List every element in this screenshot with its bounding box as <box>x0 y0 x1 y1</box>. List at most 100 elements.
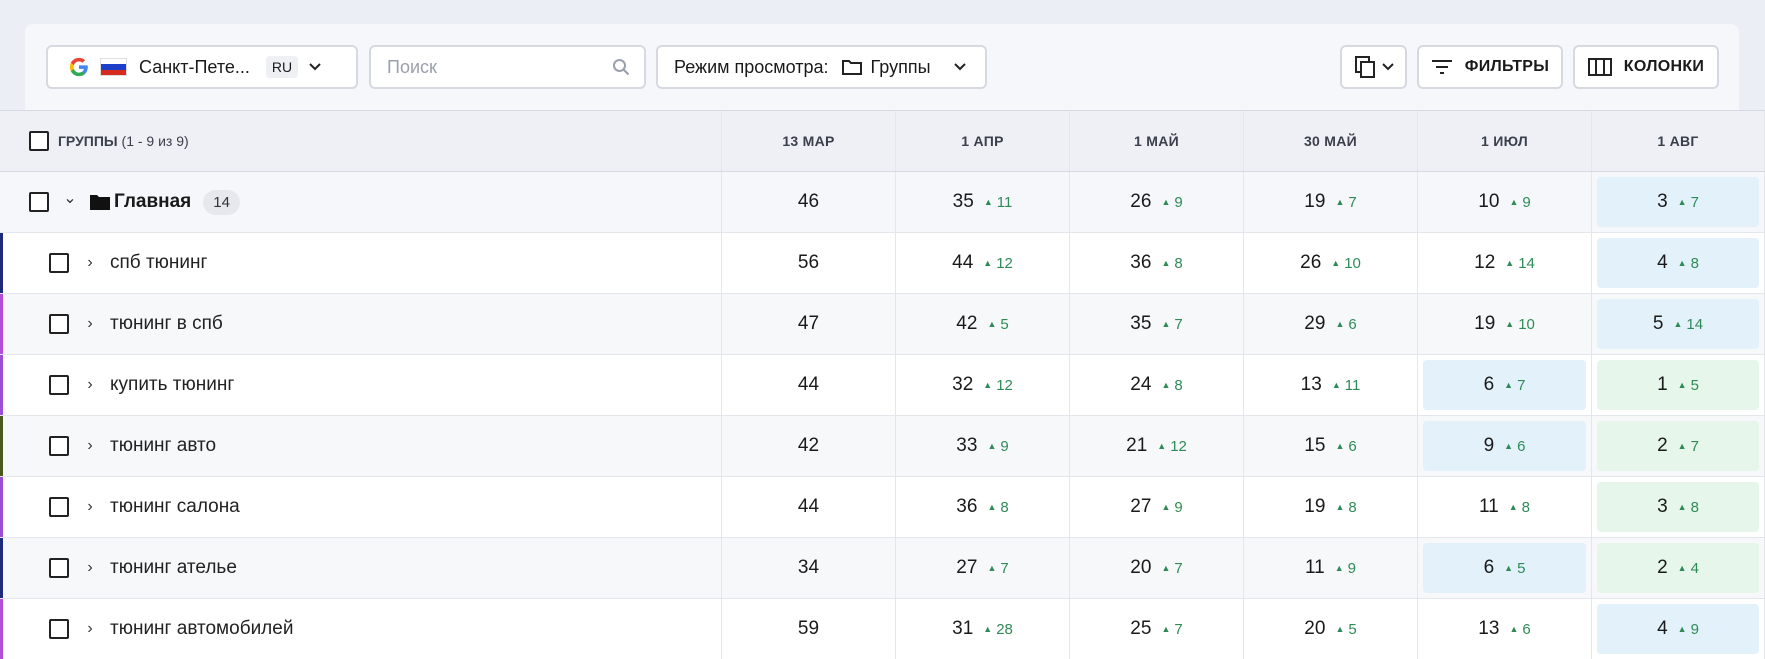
chevron-down-icon <box>953 63 966 71</box>
chevron-right-icon[interactable]: › <box>82 376 98 394</box>
chevron-right-icon[interactable]: › <box>82 620 98 638</box>
chevron-right-icon[interactable]: › <box>82 437 98 455</box>
folder-icon <box>90 195 110 210</box>
column-header[interactable]: 1 ИЮЛ <box>1418 111 1592 171</box>
position-delta: ▲ 9 <box>987 438 1008 455</box>
position-cell: 29 ▲ 6 <box>1244 294 1418 354</box>
row-checkbox[interactable] <box>49 314 69 334</box>
arrow-up-icon: ▲ <box>987 563 997 573</box>
search-input[interactable]: Поиск <box>369 45 646 89</box>
delta-value: 7 <box>1000 559 1009 577</box>
delta-value: 12 <box>1170 437 1187 455</box>
row-checkbox[interactable] <box>49 253 69 273</box>
row-checkbox[interactable] <box>49 436 69 456</box>
chevron-down-icon[interactable]: ⌄ <box>62 188 78 208</box>
row-checkbox[interactable] <box>49 619 69 639</box>
table-row[interactable]: › купить тюнинг 44 32 ▲ 12 24 ▲ 8 13 ▲ 11 6 ▲ 7 1 ▲ 5 <box>0 355 1765 416</box>
search-icon <box>613 59 630 76</box>
keyword-label[interactable]: тюнинг салона <box>110 496 240 518</box>
position-cell: 31 ▲ 28 <box>896 599 1070 659</box>
position-value: 11 <box>1479 496 1499 517</box>
position-cell: 33 ▲ 9 <box>896 416 1070 476</box>
groups-table: ГРУППЫ (1 - 9 из 9) 13 МАР 1 АПР 1 МАЙ 30 М… <box>0 110 1765 659</box>
arrow-up-icon: ▲ <box>983 624 993 634</box>
copy-button[interactable] <box>1340 45 1407 89</box>
arrow-up-icon: ▲ <box>1504 563 1514 573</box>
google-icon <box>69 57 88 77</box>
table-row[interactable]: › тюнинг салона 44 36 ▲ 8 27 ▲ 9 19 ▲ 8 11 ▲ 8 3 ▲ 8 <box>0 477 1765 538</box>
row-checkbox[interactable] <box>49 558 69 578</box>
position-cell: 36 ▲ 8 <box>896 477 1070 537</box>
position-delta: ▲ 12 <box>1157 438 1187 455</box>
delta-value: 9 <box>1690 620 1699 638</box>
keyword-label[interactable]: спб тюнинг <box>110 252 207 274</box>
name-cell: › тюнинг автомобилей <box>0 599 722 659</box>
arrow-up-icon: ▲ <box>1677 258 1687 268</box>
position-delta: ▲ 7 <box>987 560 1008 577</box>
position-value: 19 <box>1304 496 1326 517</box>
position-value: 19 <box>1474 313 1496 334</box>
keyword-label[interactable]: тюнинг в спб <box>110 313 223 335</box>
position-delta: ▲ 9 <box>1678 621 1699 638</box>
column-header[interactable]: 30 МАЙ <box>1244 111 1418 171</box>
chevron-right-icon[interactable]: › <box>82 498 98 516</box>
column-header[interactable]: 1 МАЙ <box>1070 111 1244 171</box>
keyword-label[interactable]: тюнинг авто <box>110 435 216 457</box>
arrow-up-icon: ▲ <box>1677 197 1687 207</box>
column-header[interactable]: 1 АПР <box>896 111 1070 171</box>
chevron-right-icon[interactable]: › <box>82 254 98 272</box>
table-row[interactable]: › тюнинг в спб 47 42 ▲ 5 35 ▲ 7 29 ▲ 6 19 ▲ 10 5 ▲ 14 <box>0 294 1765 355</box>
group-row[interactable]: ⌄ Главная 14 46 35 ▲ 11 26 ▲ 9 19 ▲ 7 10 ▲ 9 3 ▲ 7 <box>0 172 1765 233</box>
row-checkbox[interactable] <box>49 497 69 517</box>
arrow-up-icon: ▲ <box>1331 258 1341 268</box>
region-selector[interactable]: Санкт-Пете... RU <box>46 45 358 89</box>
position-cell: 25 ▲ 7 <box>1070 599 1244 659</box>
table-row[interactable]: › тюнинг автомобилей 59 31 ▲ 28 25 ▲ 7 20 ▲ 5 13 ▲ 6 4 ▲… <box>0 599 1765 659</box>
column-header[interactable]: 1 АВГ <box>1592 111 1765 171</box>
delta-value: 9 <box>1347 559 1356 577</box>
position-delta: ▲ 14 <box>1505 255 1535 272</box>
table-row[interactable]: › спб тюнинг 56 44 ▲ 12 36 ▲ 8 26 ▲ 10 12 ▲ 14 4 ▲ 8 <box>0 233 1765 294</box>
arrow-up-icon: ▲ <box>1335 197 1345 207</box>
delta-value: 9 <box>1522 193 1531 211</box>
delta-value: 28 <box>996 620 1013 638</box>
position-cell: 44 <box>722 355 896 415</box>
delta-value: 14 <box>1518 254 1535 272</box>
header-groups-cell: ГРУППЫ (1 - 9 из 9) <box>0 111 722 171</box>
position-value: 13 <box>1478 618 1500 639</box>
filters-button[interactable]: ФИЛЬТРЫ <box>1417 45 1563 89</box>
view-mode-select[interactable]: Режим просмотра: Группы <box>656 45 987 89</box>
arrow-up-icon: ▲ <box>983 258 993 268</box>
name-cell: › тюнинг авто <box>0 416 722 476</box>
filters-label: ФИЛЬТРЫ <box>1464 58 1550 75</box>
position-cell: 42 ▲ 5 <box>896 294 1070 354</box>
position-value: 13 <box>1300 374 1322 395</box>
delta-value: 5 <box>1690 376 1699 394</box>
arrow-up-icon: ▲ <box>1504 380 1514 390</box>
position-cell: 15 ▲ 6 <box>1244 416 1418 476</box>
position-cell: 13 ▲ 11 <box>1244 355 1418 415</box>
keyword-label[interactable]: тюнинг ателье <box>110 557 237 579</box>
keyword-label[interactable]: тюнинг автомобилей <box>110 618 293 640</box>
chevron-right-icon[interactable]: › <box>82 559 98 577</box>
position-value: 6 <box>1483 374 1495 395</box>
delta-value: 14 <box>1686 315 1704 333</box>
position-delta: ▲ 12 <box>983 377 1013 394</box>
position-delta: ▲ 7 <box>1678 194 1699 211</box>
row-checkbox[interactable] <box>49 375 69 395</box>
keyword-label[interactable]: купить тюнинг <box>110 374 234 396</box>
position-delta: ▲ 6 <box>1335 438 1356 455</box>
column-header[interactable]: 13 МАР <box>722 111 896 171</box>
position-cell: 44 <box>722 477 896 537</box>
table-row[interactable]: › тюнинг авто 42 33 ▲ 9 21 ▲ 12 15 ▲ 6 9 ▲ 6 2 ▲ 7 <box>0 416 1765 477</box>
arrow-up-icon: ▲ <box>983 197 993 207</box>
arrow-up-icon: ▲ <box>1161 380 1171 390</box>
row-checkbox[interactable] <box>29 192 49 212</box>
arrow-up-icon: ▲ <box>1161 319 1171 329</box>
position-value: 11 <box>1305 557 1325 578</box>
select-all-checkbox[interactable] <box>29 131 49 151</box>
table-row[interactable]: › тюнинг ателье 34 27 ▲ 7 20 ▲ 7 11 ▲ 9 6 ▲ 5 2 ▲ 4 <box>0 538 1765 599</box>
columns-button[interactable]: КОЛОНКИ <box>1573 45 1719 89</box>
position-value: 42 <box>797 435 820 456</box>
chevron-right-icon[interactable]: › <box>82 315 98 333</box>
